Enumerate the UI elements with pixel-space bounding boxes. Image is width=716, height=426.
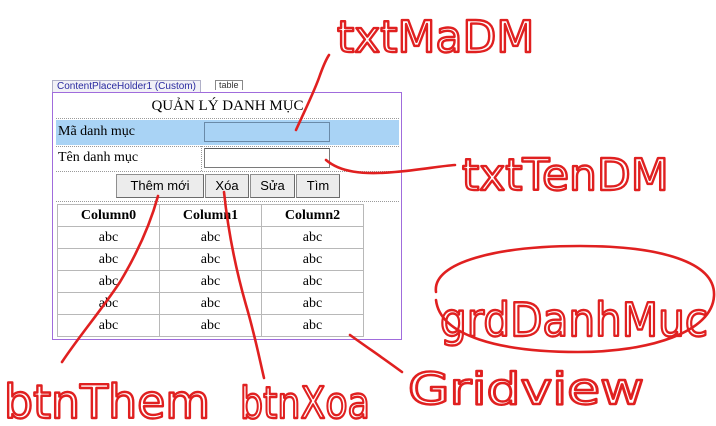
arrow-line-btn-xoa xyxy=(222,190,266,380)
grd-annotation: grdDanhMuc xyxy=(440,293,708,347)
btn-them-annotation: btnThem xyxy=(4,375,210,426)
handwritten-annotations: txtMaDM txtTenDM grdDanhMuc Gridview btn… xyxy=(3,11,716,426)
txt-ten-annotation: txtTenDM xyxy=(462,150,669,201)
btn-xoa-annotation: btnXoa xyxy=(240,378,370,426)
designer-surface: ContentPlaceHolder1 (Custom) table QUẢN … xyxy=(0,0,716,426)
arrow-line-txt-ma xyxy=(294,53,331,132)
arrow-line-gridview xyxy=(348,333,404,374)
gridview-annotation: Gridview xyxy=(408,364,644,415)
arrow-line-txt-ten xyxy=(324,158,457,175)
txt-ma-annotation: txtMaDM xyxy=(337,12,534,63)
arrow-line-btn-them xyxy=(60,194,160,364)
